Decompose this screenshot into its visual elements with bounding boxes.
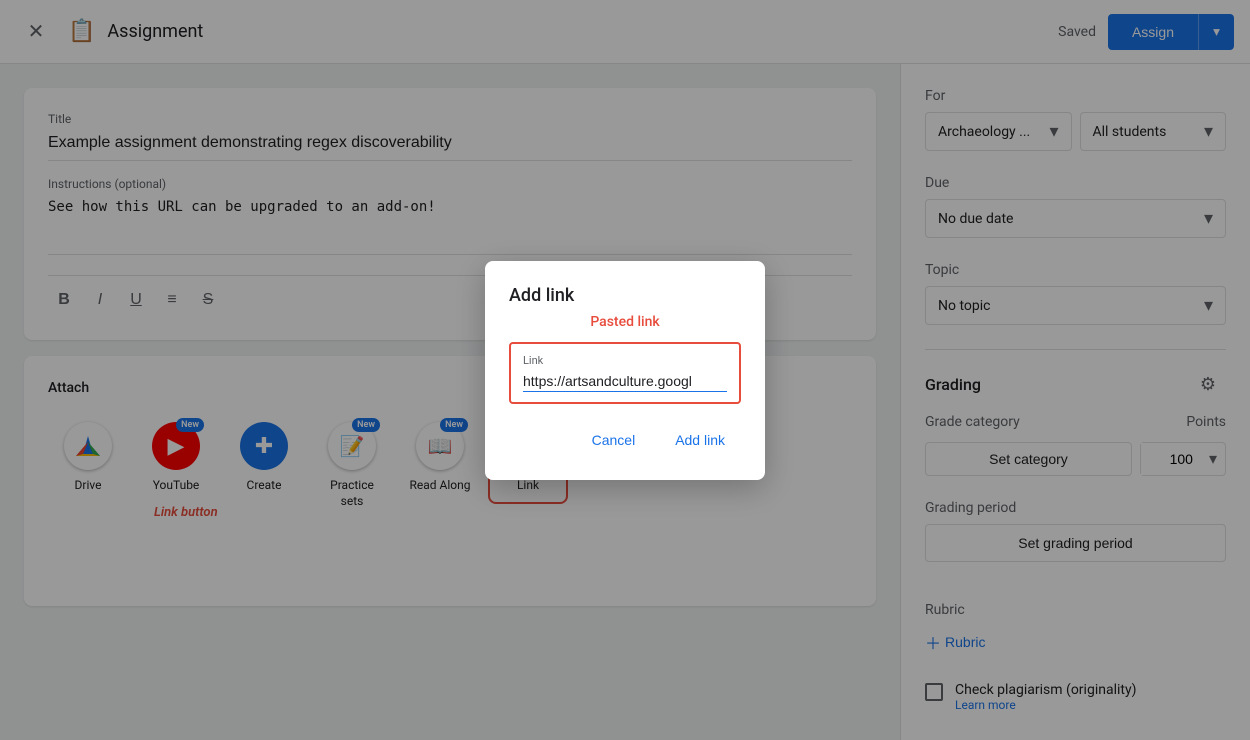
dialog-link-label: Link [523,354,727,367]
cancel-button[interactable]: Cancel [576,424,652,456]
dialog-actions: Cancel Add link [509,424,741,456]
dialog-overlay: Add link Pasted link Link Cancel Add lin… [0,0,1250,740]
dialog-pasted-label: Pasted link [509,314,741,330]
add-link-button[interactable]: Add link [659,424,741,456]
dialog-link-box: Link [509,342,741,404]
dialog-title: Add link [509,285,741,306]
dialog-link-input[interactable] [523,371,727,392]
add-link-dialog: Add link Pasted link Link Cancel Add lin… [485,261,765,480]
